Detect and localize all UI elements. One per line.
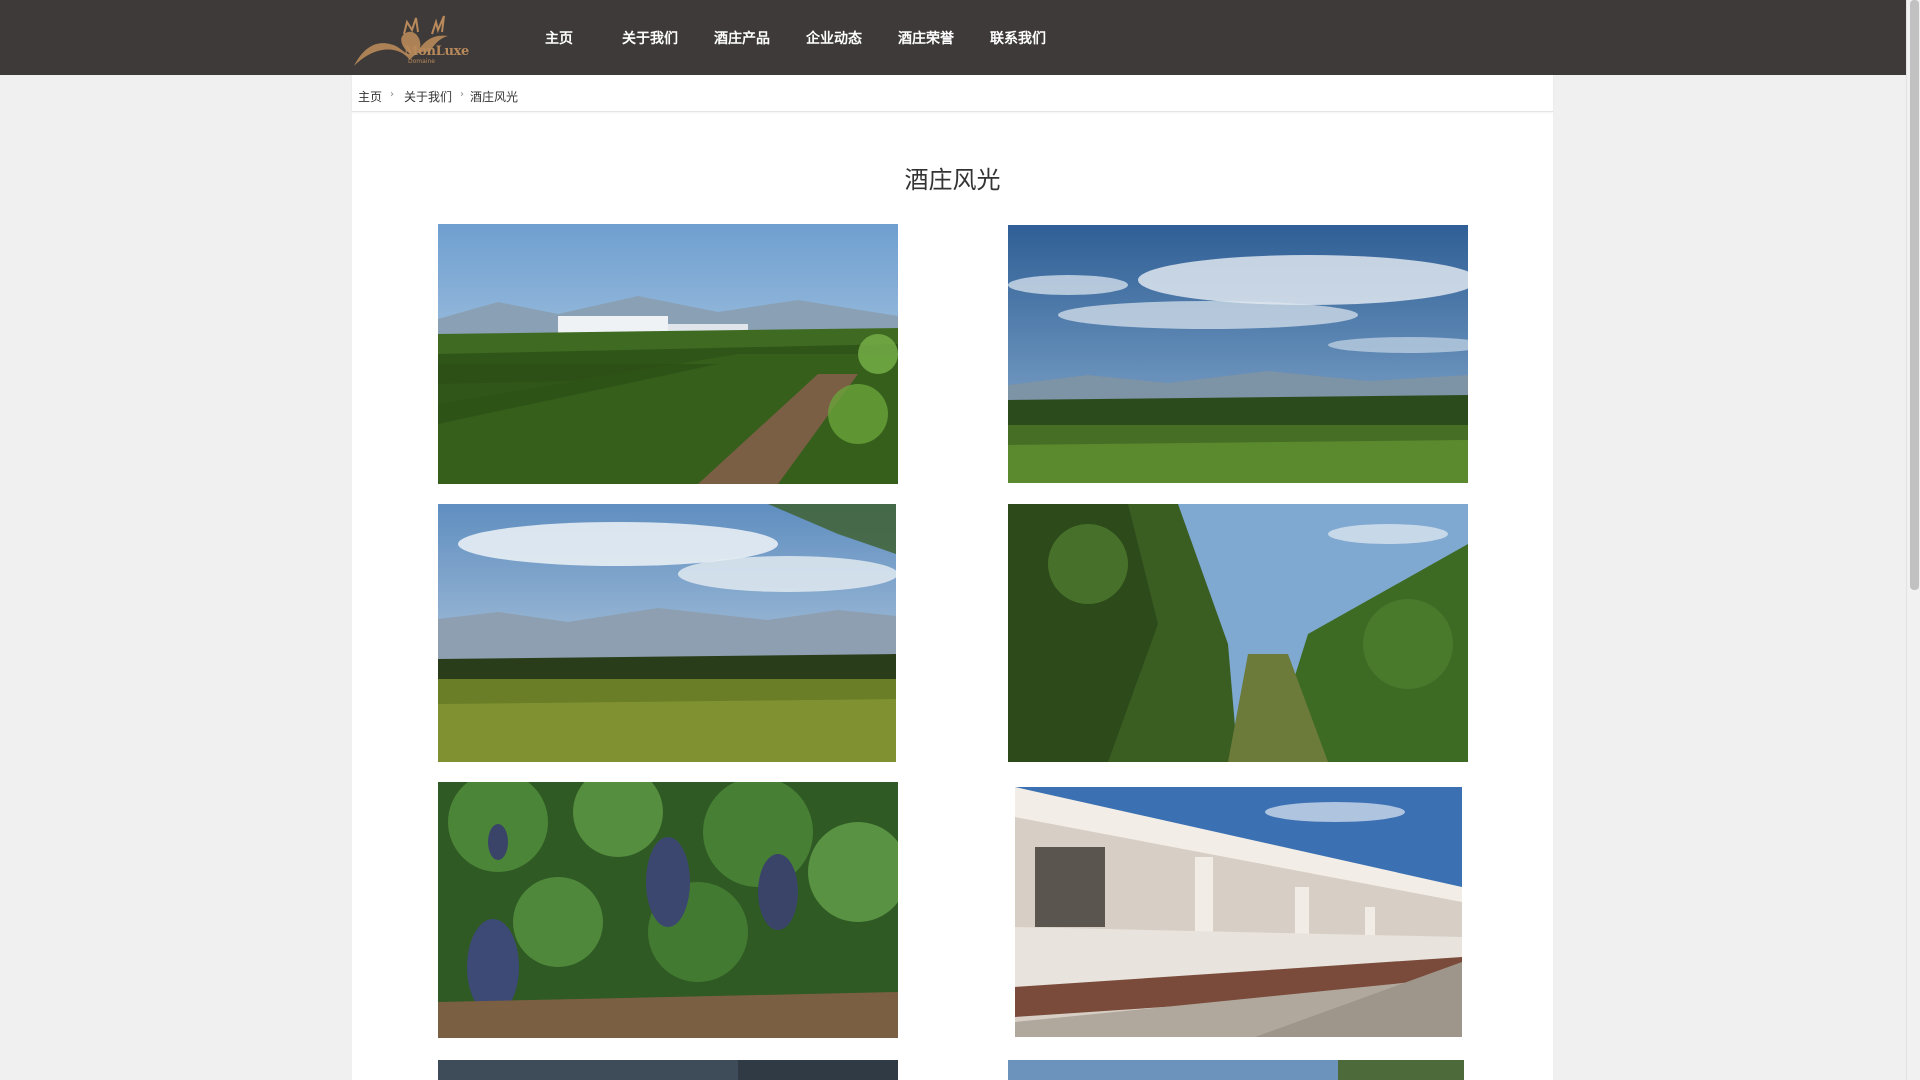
- main-content: 主页 › 关于我们 › 酒庄风光 酒庄风光: [352, 75, 1553, 1080]
- gallery-photo-8[interactable]: [1008, 1060, 1464, 1080]
- gallery-photo-1[interactable]: [438, 224, 898, 484]
- nav-item-contact[interactable]: 联系我们: [990, 28, 1046, 48]
- gallery-photo-7[interactable]: [438, 1060, 898, 1080]
- site-logo[interactable]: MonLuxe Domaine: [352, 10, 469, 68]
- nav-item-home[interactable]: 主页: [545, 28, 573, 48]
- winery-porch-image: [1015, 787, 1462, 1037]
- vineyard-winery-image: [438, 224, 898, 484]
- grape-clusters-image: [438, 782, 898, 1038]
- vine-rows-image: [1008, 504, 1468, 762]
- nav-item-products[interactable]: 酒庄产品: [714, 28, 770, 48]
- page-scrollbar[interactable]: [1906, 0, 1920, 1080]
- breadcrumb: 主页 › 关于我们 › 酒庄风光: [352, 75, 1553, 112]
- gallery-photo-3[interactable]: [438, 504, 896, 762]
- logo-brand-text: MonLuxe: [404, 44, 470, 59]
- breadcrumb-separator: ›: [390, 89, 394, 100]
- gallery-photo-4[interactable]: [1008, 504, 1468, 762]
- vineyard-sky-image: [1008, 225, 1468, 483]
- page-title: 酒庄风光: [904, 166, 1001, 194]
- nav-item-honors[interactable]: 酒庄荣誉: [898, 28, 954, 48]
- scrollbar-thumb[interactable]: [1910, 0, 1919, 590]
- vineyard-partial-image: [438, 1060, 898, 1080]
- site-header: MonLuxe Domaine 主页 关于我们 酒庄产品 企业动态 酒庄荣誉 联…: [0, 0, 1906, 75]
- breadcrumb-item-about[interactable]: 关于我们: [404, 88, 452, 105]
- gallery-photo-6[interactable]: [1015, 787, 1462, 1037]
- gallery-photo-2[interactable]: [1008, 225, 1468, 483]
- breadcrumb-item-current: 酒庄风光: [470, 90, 519, 104]
- breadcrumb-separator: ›: [460, 89, 464, 100]
- vineyard-mountains-image: [438, 504, 896, 762]
- nav-item-news[interactable]: 企业动态: [806, 28, 862, 48]
- logo-sub-text: Domaine: [408, 58, 435, 65]
- gallery-photo-5[interactable]: [438, 782, 898, 1038]
- vineyard-partial-image: [1008, 1060, 1464, 1080]
- breadcrumb-item-home[interactable]: 主页: [358, 88, 382, 105]
- nav-item-about[interactable]: 关于我们: [622, 28, 678, 48]
